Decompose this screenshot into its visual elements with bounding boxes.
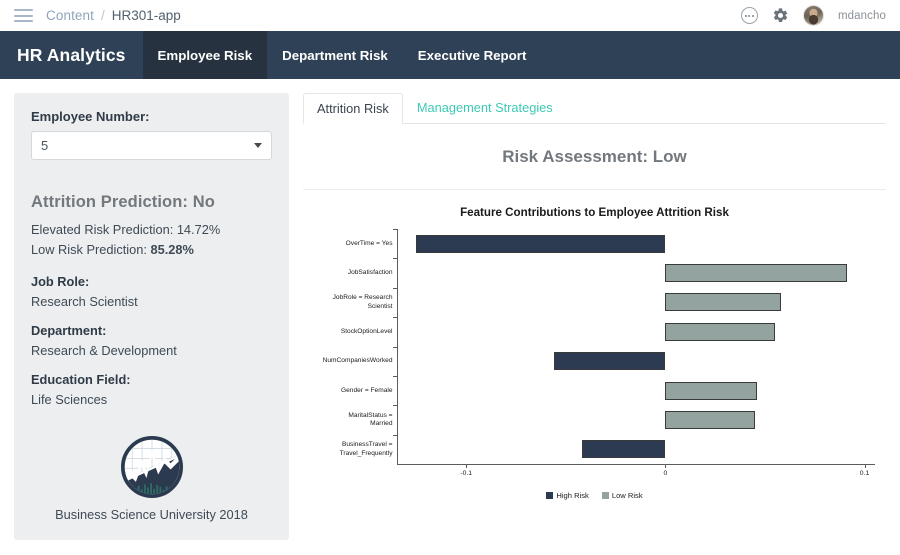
legend-item: High Risk <box>546 491 589 500</box>
tab-attrition-risk[interactable]: Attrition Risk <box>303 93 403 124</box>
chart-bar <box>665 264 847 283</box>
chart-x-tick-label: 0 <box>663 470 668 477</box>
chart-y-tick <box>392 434 397 436</box>
chart-title: Feature Contributions to Employee Attrit… <box>460 206 729 219</box>
footer-logo-block: Business Science University 2018 <box>31 436 272 526</box>
nav-tab-executive-report[interactable]: Executive Report <box>403 31 542 79</box>
breadcrumb-current: HR301-app <box>111 8 181 23</box>
chart-y-tick-label: JobRole = Research Scientist <box>332 294 393 310</box>
gear-icon[interactable] <box>772 7 789 24</box>
chart-y-axis-labels: OverTime = Yes JobSatisfaction JobRole = R… <box>315 229 397 464</box>
ellipsis-circle-icon[interactable] <box>740 7 758 24</box>
chart-bar <box>665 410 755 429</box>
legend-item: Low Risk <box>601 491 643 500</box>
chart-x-tick <box>665 464 667 468</box>
chart-y-tick <box>392 287 397 289</box>
chart-legend: High Risk Low Risk <box>303 491 886 500</box>
chart-y-tick <box>392 346 397 348</box>
chart-x-tick <box>864 464 866 468</box>
chart-y-tick-label: OverTime = Yes <box>345 239 393 247</box>
user-name[interactable]: mdancho <box>838 10 886 22</box>
chart-bar <box>665 381 757 400</box>
app-brand: HR Analytics <box>17 44 126 65</box>
chart-y-tick <box>392 405 397 407</box>
elevated-risk-label: Elevated Risk Prediction: <box>31 222 177 237</box>
page-body: Employee Number: 5 Attrition Prediction:… <box>0 79 900 555</box>
content-tab-row: Attrition Risk Management Strategies <box>303 93 886 124</box>
chart-y-tick-label: JobSatisfaction <box>347 268 393 276</box>
low-risk-value: 85.28% <box>150 241 194 257</box>
nav-tab-department-risk[interactable]: Department Risk <box>267 31 403 79</box>
top-bar-actions: mdancho <box>740 5 886 26</box>
breadcrumb-content-link[interactable]: Content <box>46 8 94 23</box>
department-value: Research & Development <box>31 342 177 358</box>
chart-area: Feature Contributions to Employee Attrit… <box>303 190 886 500</box>
chart-y-tick <box>392 258 397 260</box>
low-risk-line: Low Risk Prediction: 85.28% <box>31 240 272 260</box>
business-science-university-logo-icon <box>120 436 183 498</box>
chart-x-axis-line <box>396 464 875 465</box>
chart-bar <box>416 234 666 253</box>
chart-y-tick <box>392 229 397 230</box>
employee-number-label: Employee Number: <box>31 109 150 124</box>
tab-management-strategies[interactable]: Management Strategies <box>403 92 567 123</box>
job-role-value: Research Scientist <box>31 293 138 309</box>
chart-bar <box>581 440 666 459</box>
risk-assessment-heading: Risk Assessment: Low <box>303 124 886 190</box>
sidebar-panel: Employee Number: 5 Attrition Prediction:… <box>14 93 289 540</box>
elevated-risk-value: 14.72% <box>176 222 221 237</box>
chart-x-tick-label: 0.1 <box>859 470 870 477</box>
employee-number-select[interactable]: 5 <box>31 131 272 160</box>
chart-y-axis-line <box>396 229 398 464</box>
chart-y-tick-label: BusinessTravel = Travel_Frequently <box>339 441 393 457</box>
chart-bar <box>553 352 666 371</box>
nav-tab-employee-risk[interactable]: Employee Risk <box>142 31 268 79</box>
hamburger-icon[interactable] <box>14 9 33 22</box>
employee-number-value: 5 <box>41 138 49 153</box>
chart-y-tick <box>392 317 397 319</box>
education-field-label: Education Field: <box>31 371 131 387</box>
feature-contribution-chart: OverTime = Yes JobSatisfaction JobRole = R… <box>315 229 875 479</box>
chart-y-tick-label: MaritalStatus = Married <box>348 411 393 427</box>
legend-label: High Risk <box>556 491 589 500</box>
chart-bar <box>665 322 775 341</box>
low-risk-label: Low Risk Prediction: <box>31 241 151 257</box>
legend-swatch <box>546 492 554 499</box>
department-label: Department: <box>31 322 107 338</box>
chevron-down-icon <box>254 143 262 148</box>
chart-y-tick-label: NumCompaniesWorked <box>322 357 393 365</box>
attrition-prediction-title: Attrition Prediction: No <box>31 193 215 211</box>
top-bar: Content / HR301-app mdancho <box>0 0 900 31</box>
chart-y-tick-label: StockOptionLevel <box>340 327 393 335</box>
main-navbar: HR Analytics Employee Risk Department Ri… <box>0 31 900 79</box>
elevated-risk-line: Elevated Risk Prediction: 14.72% <box>31 220 272 240</box>
avatar[interactable] <box>802 5 824 26</box>
chart-x-tick-label: -0.1 <box>460 470 473 477</box>
footer-logo-caption: Business Science University 2018 <box>55 507 248 522</box>
legend-swatch <box>601 492 609 499</box>
chart-y-tick-label: Gender = Female <box>341 386 393 394</box>
legend-label: Low Risk <box>611 491 643 500</box>
chart-y-tick <box>392 375 397 377</box>
education-field-value: Life Sciences <box>31 391 108 407</box>
job-role-label: Job Role: <box>31 273 90 289</box>
main-content: Attrition Risk Management Strategies Ris… <box>289 93 900 555</box>
breadcrumb-separator: / <box>100 8 105 23</box>
chart-bar <box>665 293 781 312</box>
chart-x-tick <box>466 464 468 468</box>
